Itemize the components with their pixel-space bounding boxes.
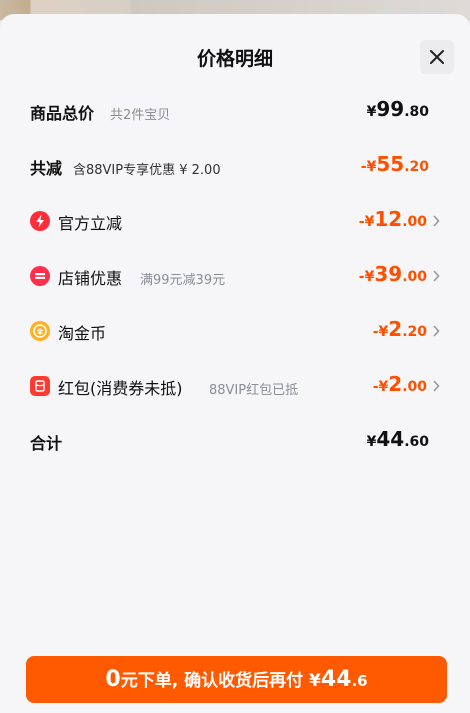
chevron-right-icon (433, 325, 440, 337)
taojinbi-amount: -¥2.20 (372, 317, 427, 341)
lightning-icon (30, 211, 50, 231)
goods-total-label: 商品总价 (30, 104, 95, 123)
gold-coin-icon (30, 321, 50, 341)
vip-discount-note: 含88VIP专享优惠 ¥ 2.00 (73, 163, 221, 178)
total-reduction-amount: -¥55.20 (360, 152, 429, 176)
goods-total-amount: ¥99.80 (366, 97, 429, 121)
close-icon (430, 50, 444, 64)
cta-text: 元下单, 确认收货后再付 ¥ (120, 671, 321, 691)
official-discount-amount: -¥12.00 (358, 207, 427, 231)
red-packet-label: 红包(消费券未抵) (58, 379, 183, 398)
row-goods-total: 商品总价 共2件宝贝 ¥99.80 (0, 97, 470, 127)
taojinbi-label: 淘金币 (58, 324, 107, 343)
total-reduction-label: 共减 (30, 159, 63, 178)
shop-discount-label: 店铺优惠 (58, 269, 123, 288)
order-button[interactable]: 0元下单, 确认收货后再付 ¥44.6 (26, 656, 447, 703)
sum-label: 合计 (30, 434, 63, 453)
shop-discount-rule: 满99元减39元 (140, 273, 226, 288)
row-red-packet[interactable]: 红包(消费券未抵) 88VIP红包已抵 -¥2.00 (0, 372, 470, 402)
sheet-title: 价格明细 (196, 48, 273, 70)
vip-red-packet-note: 88VIP红包已抵 (209, 383, 299, 398)
row-sum: 合计 ¥44.60 (0, 427, 470, 457)
row-official-discount[interactable]: 官方立减 -¥12.00 (0, 207, 470, 237)
cta-zero: 0 (105, 667, 121, 692)
shop-coupon-icon (30, 266, 50, 286)
row-shop-discount[interactable]: 店铺优惠 满99元减39元 -¥39.00 (0, 262, 470, 292)
row-taojinbi[interactable]: 淘金币 -¥2.20 (0, 317, 470, 347)
official-discount-label: 官方立减 (58, 214, 123, 233)
goods-count: 共2件宝贝 (110, 108, 171, 123)
red-packet-icon (30, 376, 50, 396)
cta-amount-dec: .6 (351, 672, 368, 690)
chevron-right-icon (433, 270, 440, 282)
chevron-right-icon (433, 380, 440, 392)
sum-amount: ¥44.60 (366, 427, 429, 451)
red-packet-amount: -¥2.00 (372, 372, 427, 396)
close-button[interactable] (420, 40, 454, 74)
shop-discount-amount: -¥39.00 (358, 262, 427, 286)
chevron-right-icon (433, 215, 440, 227)
cta-amount-int: 44 (320, 667, 352, 692)
row-total-reduction: 共减 含88VIP专享优惠 ¥ 2.00 -¥55.20 (0, 152, 470, 182)
